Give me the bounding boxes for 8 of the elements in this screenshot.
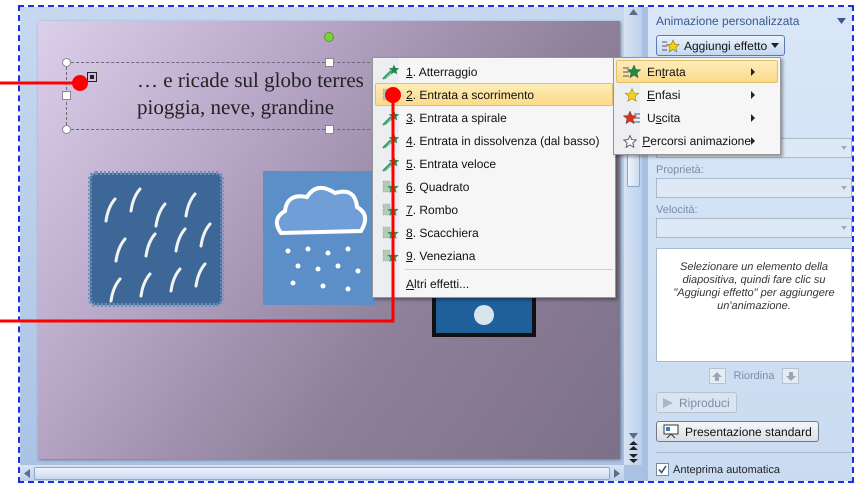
field-label: Proprietà:: [656, 164, 704, 176]
slide-text: pioggia, neve, grandine: [137, 94, 334, 121]
checkbox-label: Anteprima automatica: [673, 464, 780, 476]
slide-text: … e ricade sul globo terres: [137, 67, 364, 94]
pane-title: Animazione personalizzata: [656, 14, 800, 28]
hint-text: Selezionare un elemento della diapositiva, quindi fare clic su "Aggiungi effetto" per aggiungere un'animazione.: [672, 261, 836, 313]
field-label: Velocità:: [656, 204, 698, 216]
reorder-label: Riordina: [734, 370, 774, 382]
